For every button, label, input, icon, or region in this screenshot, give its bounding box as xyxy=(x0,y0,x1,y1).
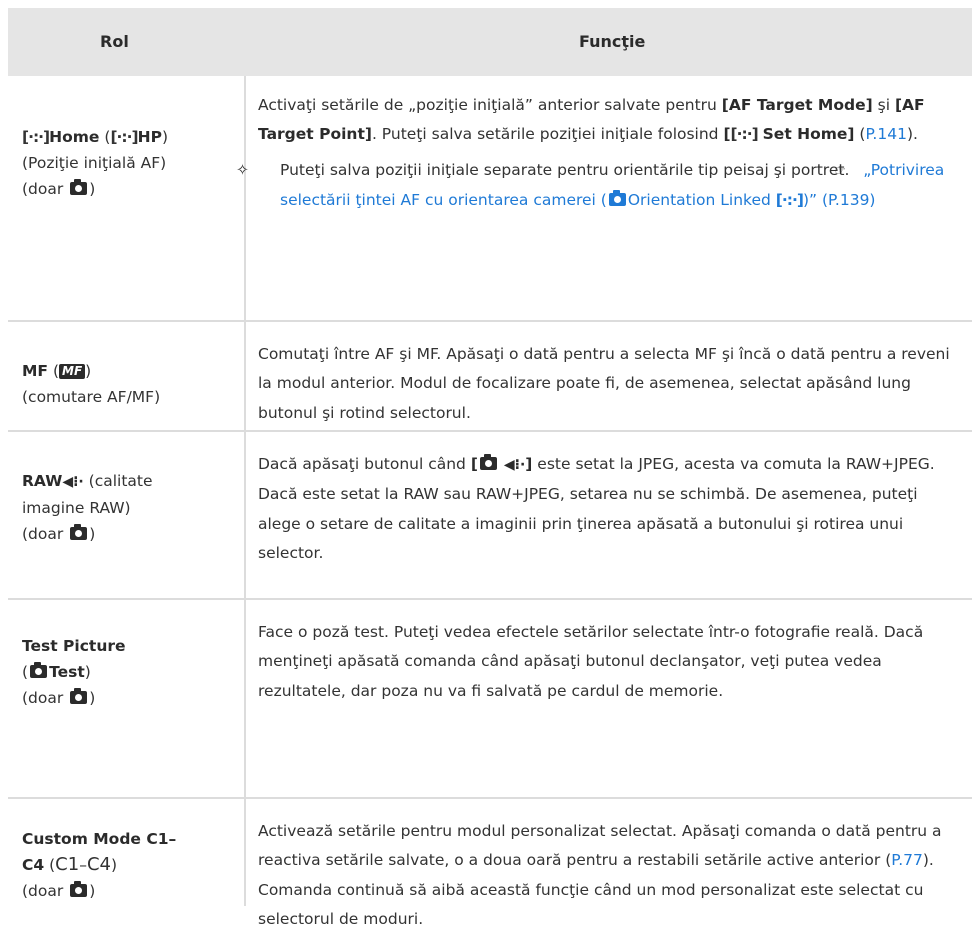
role-doar: (doar xyxy=(22,689,64,707)
camera-icon xyxy=(70,524,88,540)
row-home-role: [·:·]Home ([·:·]HP) (Poziţie iniţială AF… xyxy=(22,124,232,202)
camera-icon xyxy=(479,454,497,470)
role-raw: RAW xyxy=(22,472,63,490)
bold-text: [AF Target Mode] xyxy=(721,96,873,114)
row-custom-function: Activează setările pentru modul personal… xyxy=(258,817,964,934)
text: Activaţi setările de „poziţie iniţială” … xyxy=(258,96,722,114)
target-icon: [·:·] xyxy=(730,125,759,144)
role-subtitle: (calitate xyxy=(83,472,153,490)
camera-icon xyxy=(608,189,626,206)
hint-text: Puteţi salva poziţii iniţiale separate p… xyxy=(280,160,850,179)
row-test-function: Face o poză test. Puteţi vedea efectele … xyxy=(258,623,924,700)
link-text: )” (P.139) xyxy=(802,190,876,209)
row-divider xyxy=(8,320,972,322)
raw-quality-icon: ◀⁝· xyxy=(503,457,526,473)
role-test-picture: Test Picture xyxy=(22,637,126,655)
page-link[interactable]: P.77 xyxy=(891,851,923,869)
dash: – xyxy=(79,856,87,874)
role-mf: MF xyxy=(22,362,49,380)
c4-icon: C4 xyxy=(86,854,111,875)
bold-text: [ xyxy=(723,125,731,144)
function-table: Rol Funcţie [·:·]Home ([·:·]HP) (Poziţie… xyxy=(0,0,972,928)
role-subtitle: (comutare AF/MF) xyxy=(22,388,161,406)
bold-text: [ xyxy=(470,455,478,473)
role-doar: (doar xyxy=(22,180,64,198)
row-raw-function: Dacă apăsaţi butonul când [ ◀⁝·] este se… xyxy=(258,450,964,568)
target-icon: [·:·] xyxy=(110,128,138,146)
role-subtitle: (Poziţie iniţială AF) xyxy=(22,154,167,172)
row-custom-role: Custom Mode C1– C4 (C1–C4) (doar ) xyxy=(22,826,232,904)
role-test: Test xyxy=(49,663,85,681)
table-header: Rol Funcţie xyxy=(8,8,972,76)
row-divider xyxy=(8,430,972,432)
raw-quality-icon: ◀⁝· xyxy=(62,474,84,490)
role-doar: (doar xyxy=(22,525,64,543)
row-divider xyxy=(8,598,972,600)
row-home-function: Activaţi setările de „poziţie iniţială” … xyxy=(236,96,945,209)
camera-icon xyxy=(70,688,88,704)
text: . Puteţi salva setările poziţiei iniţial… xyxy=(371,125,724,144)
role-doar: (doar xyxy=(22,882,64,900)
camera-icon xyxy=(70,881,88,897)
bulb-hint-icon: ✧ xyxy=(236,160,249,179)
text: Dacă apăsaţi butonul când xyxy=(258,455,471,473)
target-icon: [·:·] xyxy=(22,128,50,146)
c1-icon: C1 xyxy=(55,854,80,875)
role-hp: HP xyxy=(137,128,162,146)
role-home: Home xyxy=(49,128,100,146)
row-raw-role: RAW◀⁝· (calitate imagine RAW) (doar ) xyxy=(22,468,232,547)
row-mf-function: Comutaţi între AF şi MF. Apăsaţi o dată … xyxy=(258,345,950,422)
bold-text: Set Home] xyxy=(762,125,855,144)
row-test-role: Test Picture (Test) (doar ) xyxy=(22,633,232,711)
target-icon: [·:·] xyxy=(775,190,804,209)
role-subtitle: imagine RAW) xyxy=(22,499,131,517)
text: Activează setările pentru modul personal… xyxy=(258,822,942,870)
role-custom-mode: Custom Mode C1– xyxy=(22,830,177,848)
row-mf-role: MF (MF) (comutare AF/MF) xyxy=(22,358,232,410)
mf-icon: MF xyxy=(59,364,86,379)
role-custom-mode: C4 xyxy=(22,856,45,874)
page-link[interactable]: P.141 xyxy=(865,125,906,143)
column-divider xyxy=(244,76,246,906)
camera-icon xyxy=(30,662,48,678)
link-text: Orientation Linked xyxy=(627,190,776,209)
header-rol: Rol xyxy=(100,32,129,51)
camera-icon xyxy=(70,179,88,195)
row-divider xyxy=(8,797,972,799)
text: şi xyxy=(872,96,895,114)
header-functie: Funcţie xyxy=(579,32,646,51)
